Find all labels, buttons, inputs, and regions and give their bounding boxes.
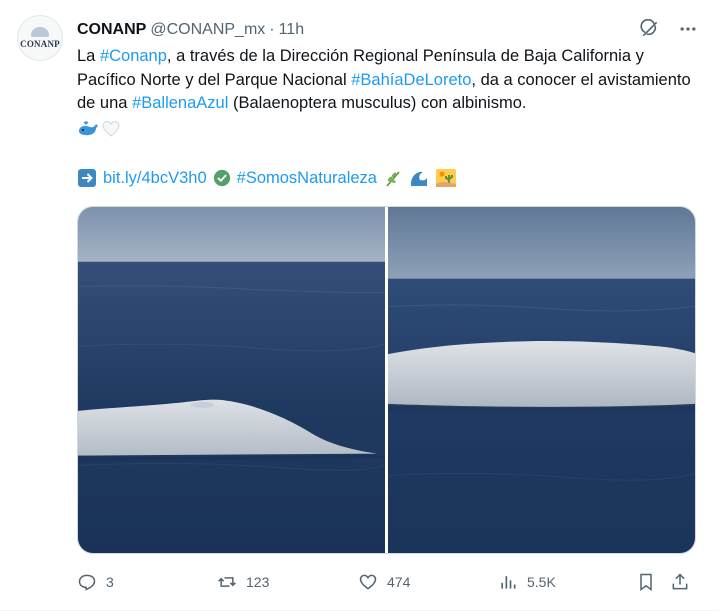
tweet[interactable]: CONANP CONANP @CONANP_mx · 11h La #Conan… (0, 0, 719, 611)
like-icon (359, 574, 377, 590)
emoji-row (77, 118, 707, 140)
herb-emoji (386, 171, 400, 187)
bookmark-button[interactable] (636, 572, 670, 592)
short-link[interactable]: bit.ly/4bcV3h0 (103, 166, 207, 190)
separator-dot: · (269, 21, 275, 38)
conanp-logo-mark (31, 27, 49, 37)
hashtag-somosnaturaleza[interactable]: #SomosNaturaleza (237, 166, 377, 190)
text-part-4: (Balaenoptera musculus) con albinismo. (228, 94, 527, 112)
text-part-1: La (77, 47, 100, 65)
share-icon (672, 573, 688, 590)
avatar-logo-text: CONANP (20, 39, 60, 49)
like-count: 474 (387, 574, 411, 590)
arrow-right-emoji (78, 169, 96, 187)
grok-icon[interactable] (639, 18, 661, 40)
desert-emoji (435, 169, 456, 187)
avatar[interactable]: CONANP (17, 15, 63, 61)
whale-photo-right[interactable] (388, 207, 695, 553)
reply-button[interactable]: 3 (77, 572, 217, 592)
hashtag-conanp[interactable]: #Conanp (100, 47, 167, 65)
author-handle[interactable]: @CONANP_mx (150, 20, 265, 40)
like-button[interactable]: 474 (358, 572, 498, 592)
views-count: 5.5K (527, 574, 556, 590)
more-icon[interactable] (677, 18, 699, 40)
whale-emoji (79, 120, 98, 135)
wave-emoji (410, 171, 427, 186)
views-button[interactable]: 5.5K (498, 572, 636, 592)
action-bar: 3 123 474 5.5K (77, 570, 700, 594)
tweet-time[interactable]: 11h (279, 20, 305, 40)
media-grid (77, 206, 696, 554)
hashtag-bahiadeloreto[interactable]: #BahíaDeLoreto (351, 71, 471, 89)
tweet-text: La #Conanp, a través de la Dirección Reg… (77, 45, 707, 140)
whale-photo-left[interactable] (78, 207, 385, 553)
repost-count: 123 (246, 574, 270, 590)
repost-icon (218, 577, 236, 587)
repost-button[interactable]: 123 (217, 572, 358, 592)
reply-icon (78, 574, 96, 591)
hashtag-ballenaazul[interactable]: #BallenaAzul (132, 94, 228, 112)
share-button[interactable] (670, 572, 694, 592)
top-actions (639, 18, 699, 40)
tweet-header: CONANP @CONANP_mx · 11h (77, 20, 304, 40)
check-emoji (213, 169, 230, 187)
author-name[interactable]: CONANP (77, 20, 146, 40)
white-heart-emoji (102, 120, 120, 137)
views-icon (501, 576, 516, 589)
link-line: bit.ly/4bcV3h0 #SomosNaturaleza (77, 166, 457, 190)
bookmark-icon (640, 573, 652, 591)
reply-count: 3 (106, 574, 114, 590)
